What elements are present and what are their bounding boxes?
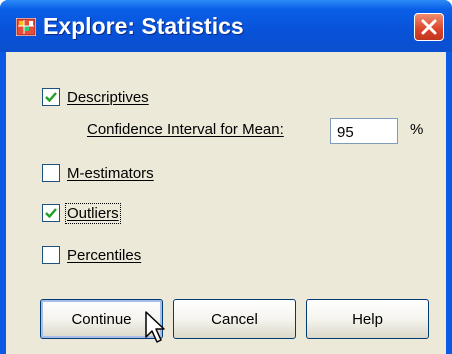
- cancel-button[interactable]: Cancel: [173, 299, 296, 339]
- confidence-interval-row: Confidence Interval for Mean:: [87, 121, 284, 138]
- dialog-body: Descriptives Confidence Interval for Mea…: [6, 52, 446, 354]
- spss-explore-icon: [15, 17, 37, 37]
- check-icon: [45, 208, 57, 219]
- percent-unit: %: [410, 121, 424, 138]
- close-icon: [421, 19, 437, 35]
- outliers-label: Outliers: [65, 202, 121, 224]
- descriptives-label: Descriptives: [67, 88, 149, 106]
- check-icon: [45, 92, 57, 103]
- descriptives-checkbox[interactable]: [42, 88, 60, 106]
- close-button[interactable]: [414, 13, 444, 41]
- percentiles-option[interactable]: Percentiles: [42, 246, 141, 264]
- m-estimators-option[interactable]: M-estimators: [42, 164, 154, 182]
- m-estimators-checkbox[interactable]: [42, 164, 60, 182]
- title-bar[interactable]: Explore: Statistics: [0, 0, 452, 52]
- mouse-pointer-icon: [145, 311, 167, 350]
- window-title: Explore: Statistics: [43, 13, 244, 39]
- help-button[interactable]: Help: [306, 299, 429, 339]
- outliers-option[interactable]: Outliers: [42, 202, 121, 224]
- percentiles-checkbox[interactable]: [42, 246, 60, 264]
- outliers-checkbox[interactable]: [42, 204, 60, 222]
- descriptives-option[interactable]: Descriptives: [42, 88, 149, 106]
- confidence-interval-input[interactable]: 95: [330, 118, 398, 144]
- percentiles-label: Percentiles: [67, 246, 142, 264]
- confidence-interval-label: Confidence Interval for Mean:: [87, 121, 284, 138]
- explore-statistics-dialog: Explore: Statistics Descriptives Confide…: [0, 0, 452, 354]
- m-estimators-label: M-estimators: [67, 164, 154, 182]
